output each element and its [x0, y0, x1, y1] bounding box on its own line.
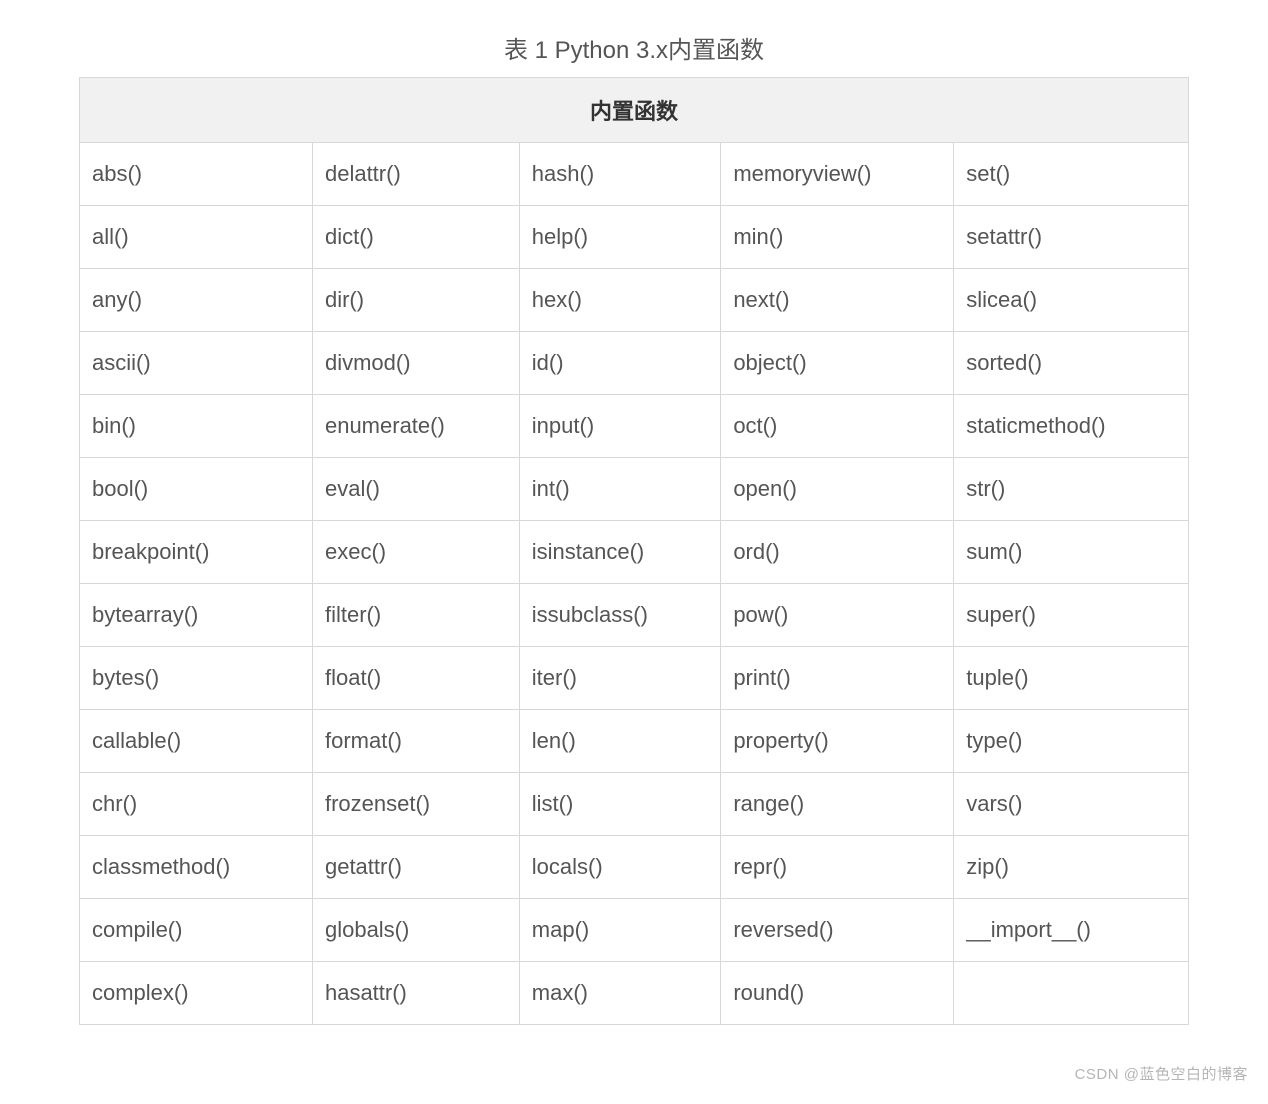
table-caption: 表 1 Python 3.x内置函数	[0, 30, 1268, 65]
table-cell: globals()	[312, 899, 519, 962]
table-body: abs()delattr()hash()memoryview()set()all…	[80, 143, 1189, 1025]
table-cell: divmod()	[312, 332, 519, 395]
table-cell: all()	[80, 206, 313, 269]
table-cell: compile()	[80, 899, 313, 962]
table-cell: eval()	[312, 458, 519, 521]
table-cell: bool()	[80, 458, 313, 521]
table-cell: isinstance()	[519, 521, 721, 584]
table-cell: len()	[519, 710, 721, 773]
table-cell: memoryview()	[721, 143, 954, 206]
table-cell: enumerate()	[312, 395, 519, 458]
table-row: complex()hasattr()max()round()	[80, 962, 1189, 1025]
table-cell: bytes()	[80, 647, 313, 710]
table-cell: oct()	[721, 395, 954, 458]
table-cell: vars()	[954, 773, 1189, 836]
table-cell: print()	[721, 647, 954, 710]
table-cell: setattr()	[954, 206, 1189, 269]
table-row: chr()frozenset()list()range()vars()	[80, 773, 1189, 836]
table-cell: filter()	[312, 584, 519, 647]
table-cell: super()	[954, 584, 1189, 647]
table-cell: __import__()	[954, 899, 1189, 962]
table-cell	[954, 962, 1189, 1025]
table-cell: ascii()	[80, 332, 313, 395]
table-cell: str()	[954, 458, 1189, 521]
table-row: ascii()divmod()id()object()sorted()	[80, 332, 1189, 395]
table-row: breakpoint()exec()isinstance()ord()sum()	[80, 521, 1189, 584]
table-container: 内置函数 abs()delattr()hash()memoryview()set…	[79, 77, 1189, 1025]
table-cell: list()	[519, 773, 721, 836]
table-cell: float()	[312, 647, 519, 710]
table-row: abs()delattr()hash()memoryview()set()	[80, 143, 1189, 206]
table-row: bytearray()filter()issubclass()pow()supe…	[80, 584, 1189, 647]
table-cell: abs()	[80, 143, 313, 206]
table-cell: open()	[721, 458, 954, 521]
table-cell: object()	[721, 332, 954, 395]
table-cell: bin()	[80, 395, 313, 458]
table-cell: type()	[954, 710, 1189, 773]
table-cell: classmethod()	[80, 836, 313, 899]
table-cell: dict()	[312, 206, 519, 269]
table-cell: hex()	[519, 269, 721, 332]
table-cell: property()	[721, 710, 954, 773]
table-cell: map()	[519, 899, 721, 962]
table-cell: max()	[519, 962, 721, 1025]
table-cell: locals()	[519, 836, 721, 899]
table-cell: slicea()	[954, 269, 1189, 332]
table-cell: range()	[721, 773, 954, 836]
table-cell: ord()	[721, 521, 954, 584]
table-cell: repr()	[721, 836, 954, 899]
table-cell: format()	[312, 710, 519, 773]
table-cell: bytearray()	[80, 584, 313, 647]
table-row: all()dict()help()min()setattr()	[80, 206, 1189, 269]
table-cell: dir()	[312, 269, 519, 332]
table-cell: zip()	[954, 836, 1189, 899]
table-cell: breakpoint()	[80, 521, 313, 584]
table-row: compile()globals()map()reversed()__impor…	[80, 899, 1189, 962]
table-cell: next()	[721, 269, 954, 332]
table-cell: round()	[721, 962, 954, 1025]
table-row: bytes()float()iter()print()tuple()	[80, 647, 1189, 710]
builtin-functions-table: 内置函数 abs()delattr()hash()memoryview()set…	[79, 77, 1189, 1025]
table-cell: issubclass()	[519, 584, 721, 647]
table-cell: sum()	[954, 521, 1189, 584]
table-header: 内置函数	[80, 78, 1189, 143]
table-cell: staticmethod()	[954, 395, 1189, 458]
table-cell: tuple()	[954, 647, 1189, 710]
table-row: bin()enumerate()input()oct()staticmethod…	[80, 395, 1189, 458]
table-cell: pow()	[721, 584, 954, 647]
table-cell: delattr()	[312, 143, 519, 206]
table-cell: frozenset()	[312, 773, 519, 836]
table-cell: input()	[519, 395, 721, 458]
table-cell: int()	[519, 458, 721, 521]
table-cell: getattr()	[312, 836, 519, 899]
table-cell: id()	[519, 332, 721, 395]
table-cell: help()	[519, 206, 721, 269]
table-cell: exec()	[312, 521, 519, 584]
table-cell: hash()	[519, 143, 721, 206]
table-row: classmethod()getattr()locals()repr()zip(…	[80, 836, 1189, 899]
table-row: callable()format()len()property()type()	[80, 710, 1189, 773]
table-cell: set()	[954, 143, 1189, 206]
table-cell: hasattr()	[312, 962, 519, 1025]
table-cell: min()	[721, 206, 954, 269]
table-cell: complex()	[80, 962, 313, 1025]
table-cell: reversed()	[721, 899, 954, 962]
table-row: any()dir()hex()next()slicea()	[80, 269, 1189, 332]
table-row: bool()eval()int()open()str()	[80, 458, 1189, 521]
table-cell: iter()	[519, 647, 721, 710]
table-cell: sorted()	[954, 332, 1189, 395]
table-cell: callable()	[80, 710, 313, 773]
table-cell: any()	[80, 269, 313, 332]
table-cell: chr()	[80, 773, 313, 836]
